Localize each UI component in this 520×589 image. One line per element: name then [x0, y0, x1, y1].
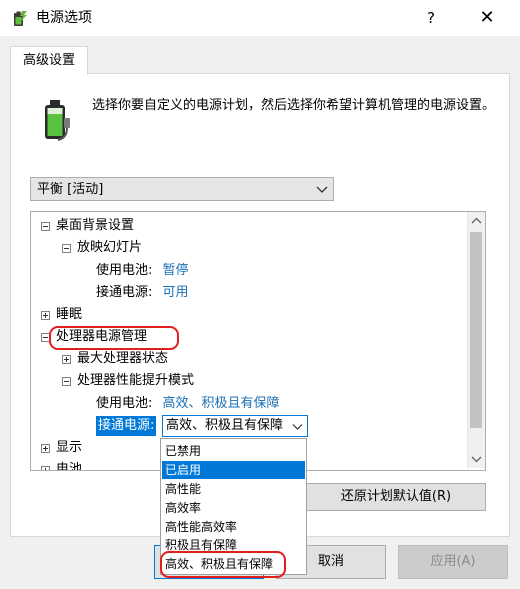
- description-text: 选择你要自定义的电源计划，然后选择你希望计算机管理的电源设置。: [92, 98, 496, 113]
- apply-button: 应用(A): [398, 545, 508, 579]
- battery-plug-icon: [45, 100, 70, 141]
- setting-label: 使用电池:: [96, 263, 153, 278]
- dropdown-option-high-performance[interactable]: 高性能: [162, 480, 305, 498]
- tree-label: 睡眠: [56, 307, 83, 322]
- tree-label: 最大处理器状态: [77, 351, 169, 366]
- power-plan-select[interactable]: 平衡 [活动]: [30, 177, 334, 201]
- tree-label: 放映幻灯片: [77, 240, 143, 255]
- tree-setting-slideshow-battery[interactable]: 使用电池: 暂停: [96, 260, 189, 282]
- power-options-icon: [14, 11, 27, 26]
- tree-label: 桌面背景设置: [56, 218, 135, 233]
- setting-value-link[interactable]: 暂停: [163, 263, 189, 278]
- boost-ac-select[interactable]: 高效、积极且有保障: [162, 415, 308, 437]
- scroll-up-icon[interactable]: [468, 212, 485, 229]
- chevron-down-icon: [316, 186, 328, 193]
- chevron-down-icon: [292, 424, 303, 430]
- collapse-icon[interactable]: [62, 244, 71, 253]
- help-button[interactable]: ?: [416, 4, 446, 32]
- collapse-icon[interactable]: [62, 377, 71, 386]
- settings-tree: 桌面背景设置 放映幻灯片 使用电池: 暂停 接通电源: 可用 睡眠 处理器电源管…: [30, 211, 486, 471]
- collapse-icon[interactable]: [41, 333, 50, 342]
- expand-icon[interactable]: [41, 444, 50, 453]
- tab-advanced-settings[interactable]: 高级设置: [10, 46, 88, 75]
- tree-setting-boost-battery[interactable]: 使用电池: 高效、积极且有保障: [96, 393, 280, 415]
- setting-label-selected: 接通电源:: [96, 416, 157, 436]
- dropdown-option-aggressive-guaranteed[interactable]: 积极且有保障: [162, 536, 305, 554]
- dropdown-option-efficient-high-performance[interactable]: 高性能高效率: [162, 518, 305, 536]
- window-title: 电源选项: [36, 10, 92, 26]
- tree-label: 处理器电源管理: [56, 329, 148, 344]
- boost-mode-dropdown-list[interactable]: 已禁用 已启用 高性能 高效率 高性能高效率 积极且有保障 高效、积极且有保障: [160, 438, 307, 575]
- dropdown-option-disabled[interactable]: 已禁用: [162, 442, 305, 460]
- setting-label: 使用电池:: [96, 396, 153, 411]
- power-plan-value: 平衡 [活动]: [37, 182, 104, 197]
- setting-value-link[interactable]: 高效、积极且有保障: [163, 396, 280, 411]
- expand-icon[interactable]: [41, 466, 50, 470]
- boost-ac-value: 高效、积极且有保障: [166, 418, 284, 433]
- expand-icon[interactable]: [41, 311, 50, 320]
- tree-label: 处理器性能提升模式: [77, 373, 195, 388]
- expand-icon[interactable]: [62, 355, 71, 364]
- dropdown-option-enabled[interactable]: 已启用: [162, 461, 305, 479]
- tree-scrollbar[interactable]: [467, 212, 485, 468]
- setting-label: 接通电源:: [96, 285, 153, 300]
- scroll-down-icon[interactable]: [468, 451, 485, 468]
- tree-label: 电池: [56, 462, 83, 471]
- collapse-icon[interactable]: [41, 222, 50, 231]
- dropdown-option-efficient[interactable]: 高效率: [162, 499, 305, 517]
- scroll-thumb[interactable]: [470, 232, 482, 428]
- setting-value-link[interactable]: 可用: [163, 285, 189, 300]
- restore-defaults-button[interactable]: 还原计划默认值(R): [306, 483, 486, 511]
- close-button[interactable]: ✕: [470, 4, 504, 32]
- tree-setting-slideshow-ac[interactable]: 接通电源: 可用: [96, 282, 189, 304]
- tree-label: 显示: [56, 440, 83, 455]
- dropdown-option-efficient-aggressive-guaranteed[interactable]: 高效、积极且有保障: [162, 555, 305, 573]
